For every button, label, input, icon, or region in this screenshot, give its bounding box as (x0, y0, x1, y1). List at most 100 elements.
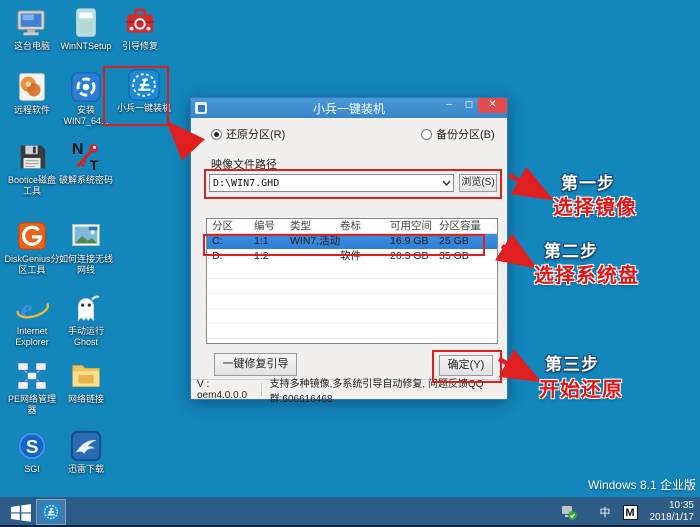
desktop-icon-internet-explorer[interactable]: e Internet Explorer (4, 291, 60, 347)
image-path-combobox[interactable]: D:\WIN7.GHD (209, 174, 454, 192)
step2-action: 选择系统盘 (534, 265, 639, 287)
desktop-icon-bootice[interactable]: Bootice磁盘工具 (4, 140, 60, 196)
dialog-statusbar: V : oem4.0.0.0 支持多种镜像,多系统引导自动修复, 问题反馈QQ群… (191, 378, 507, 405)
table-header-row: 分区 编号 类型 卷标 可用空间 分区容量 (207, 219, 497, 234)
step3-title: 第三步 (545, 355, 599, 374)
col-type: 类型 (290, 220, 311, 232)
arrow-step1 (507, 166, 554, 201)
desktop-icon-boot-repair[interactable]: 引导修复 (112, 6, 168, 52)
icon-label: Bootice磁盘工具 (7, 175, 57, 196)
floppy-disk-icon (15, 140, 49, 174)
col-free-space: 可用空间 (390, 220, 432, 232)
svg-text:S: S (26, 437, 39, 458)
windows-edition-label: Windows 8.1 企业版 (587, 478, 696, 492)
browse-button[interactable]: 浏览(S) (459, 174, 497, 192)
repair-boot-button[interactable]: 一键修复引导 (214, 353, 297, 376)
clock-date: 2018/1/17 (649, 512, 695, 523)
xiaobing-icon (127, 68, 161, 102)
toolbox-icon (123, 6, 157, 40)
icon-label: 网络链接 (67, 394, 104, 404)
icon-label: WinNTSetup (60, 41, 112, 51)
dialog-titlebar[interactable]: 小兵一键装机 – ◻ ✕ (191, 98, 507, 118)
icon-label: 破解系统密码 (58, 175, 113, 185)
radio-dot-icon (421, 128, 432, 140)
desktop-icon-xiaobing-installer[interactable]: 小兵一键装机 (114, 68, 174, 114)
icon-label: 如何连接无线网线 (58, 254, 113, 275)
radio-dot-icon (211, 128, 222, 140)
icon-label: DiskGenius分区工具 (4, 254, 60, 275)
desktop-icon-install-win7[interactable]: 安装 WIN7_64... (58, 70, 114, 126)
status-text: 支持多种镜像,多系统引导自动修复, 问题反馈QQ群:606616468 (269, 378, 484, 405)
step1-action: 选择镜像 (553, 197, 637, 219)
desktop-icon-pe-network-manager[interactable]: PE网络管理器 (4, 359, 60, 415)
arrow-desktop-icon (165, 120, 206, 161)
ie-icon: e (15, 291, 49, 325)
folder-icon (69, 359, 103, 393)
image-path-value: D:\WIN7.GHD (213, 177, 280, 189)
col-partition: 分区 (212, 220, 233, 232)
taskbar-clock[interactable]: 10:35 2018/1/17 (650, 500, 695, 524)
desktop-icon-diskgenius[interactable]: DiskGenius分区工具 (4, 219, 60, 275)
taskbar: 中 M 10:35 2018/1/17 (0, 497, 700, 527)
taskbar-app-xiaobing[interactable] (36, 499, 66, 525)
ok-button[interactable]: 确定(Y) (439, 355, 493, 376)
xiaobing-dialog: 小兵一键装机 – ◻ ✕ 还原分区(R) 备份分区(B) 映像文件路径 D:\W… (190, 97, 508, 405)
radio-backup-label: 备份分区(B) (436, 129, 495, 141)
svg-text:e: e (21, 293, 33, 323)
statusbar-divider (260, 383, 262, 396)
col-label: 卷标 (340, 220, 361, 232)
image-path-label: 映像文件路径 (211, 159, 277, 171)
safely-remove-icon[interactable] (560, 503, 578, 521)
icon-label: Internet Explorer (15, 326, 49, 347)
table-row-d[interactable]: D: 1:2 软件 20.3 GB 35 GB (207, 249, 497, 264)
radio-restore-partition[interactable]: 还原分区(R) (211, 126, 285, 142)
desktop-icon-this-pc[interactable]: 这台电脑 (4, 6, 60, 52)
desktop-icon-winntsetup[interactable]: WinNTSetup (58, 6, 114, 52)
ime-language-indicator[interactable]: 中 (600, 504, 611, 520)
desktop-icon-crack-password[interactable]: NT 破解系统密码 (58, 140, 114, 186)
svg-text:T: T (90, 158, 99, 174)
gear-icon (69, 70, 103, 104)
step3-action: 开始还原 (539, 379, 623, 401)
winntsetup-icon (69, 6, 103, 40)
network-diagram-icon (15, 359, 49, 393)
desktop: 这台电脑 WinNTSetup 引导修复 远程软件 安装 WIN7_64... … (0, 0, 700, 527)
icon-label: PE网络管理器 (7, 394, 56, 415)
system-tray: 中 M 10:35 2018/1/17 (560, 497, 700, 527)
xiaobing-icon (42, 503, 60, 521)
remote-software-icon (15, 70, 49, 104)
desktop-icon-sgi[interactable]: S SGI (4, 429, 60, 475)
nt-key-icon: NT (69, 140, 103, 174)
icon-label: 安装 WIN7_64... (63, 105, 109, 126)
this-pc-icon (15, 6, 49, 40)
ghost-icon (69, 291, 103, 325)
radio-backup-partition[interactable]: 备份分区(B) (421, 126, 495, 142)
sgi-icon: S (15, 429, 49, 463)
start-button[interactable] (10, 503, 32, 522)
minimize-button[interactable]: – (441, 98, 457, 113)
col-capacity: 分区容量 (439, 220, 481, 232)
desktop-icon-remote-software[interactable]: 远程软件 (4, 70, 60, 116)
desktop-icon-xunlei-download[interactable]: 迅雷下载 (58, 429, 114, 475)
icon-label: 这台电脑 (13, 41, 50, 51)
diskgenius-icon (15, 219, 49, 253)
desktop-icon-ghost[interactable]: 手动运行Ghost (58, 291, 114, 347)
desktop-icon-network-link[interactable]: 网络链接 (58, 359, 114, 405)
maximize-button[interactable]: ◻ (461, 98, 477, 113)
version-text: V : oem4.0.0.0 (197, 378, 248, 401)
windows-logo-icon (11, 504, 31, 522)
ime-mode-indicator[interactable]: M (622, 504, 638, 520)
photo-icon (69, 219, 103, 253)
close-button[interactable]: ✕ (478, 98, 507, 113)
svg-text:N: N (72, 140, 84, 158)
partition-table: 分区 编号 类型 卷标 可用空间 分区容量 C: 1:1 WIN7,活动 16.… (206, 218, 498, 344)
bird-icon (69, 429, 103, 463)
desktop-icon-wireless-guide[interactable]: 如何连接无线网线 (58, 219, 114, 275)
radio-restore-label: 还原分区(R) (226, 129, 286, 141)
icon-label: 手动运行Ghost (67, 326, 104, 347)
table-row-c[interactable]: C: 1:1 WIN7,活动 16.9 GB 25 GB (207, 234, 497, 249)
icon-label: 引导修复 (121, 41, 158, 51)
chevron-down-icon[interactable] (439, 180, 453, 186)
icon-label: SGI (24, 464, 40, 474)
clock-time: 10:35 (668, 500, 694, 511)
